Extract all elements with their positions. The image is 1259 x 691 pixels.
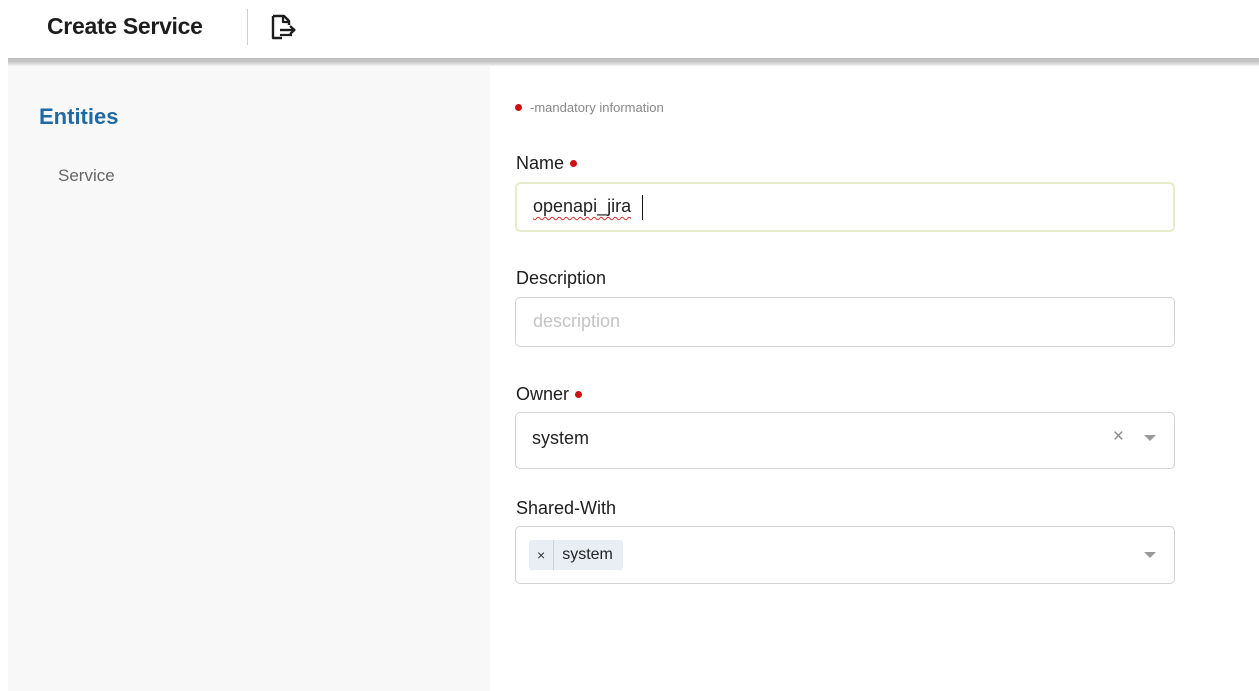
description-input[interactable]: description [515, 297, 1175, 347]
shared-with-chip: × system [529, 540, 623, 570]
name-input-value: openapi_jira [533, 196, 632, 216]
clear-icon[interactable]: × [1113, 426, 1124, 448]
chevron-down-icon[interactable] [1144, 435, 1156, 441]
owner-label-text: Owner [516, 384, 570, 404]
sidebar-item-service[interactable]: Service [58, 166, 115, 186]
sidebar: Entities Service [8, 66, 490, 691]
export-file-icon [271, 14, 296, 40]
required-dot-icon [570, 160, 578, 168]
export-button[interactable] [267, 12, 301, 46]
required-dot-icon [515, 104, 522, 112]
owner-label: Owner [516, 384, 583, 405]
shared-with-label: Shared-With [516, 498, 616, 519]
page-title: Create Service [47, 13, 203, 39]
app-header: Create Service [0, 0, 1259, 58]
text-cursor [642, 195, 643, 220]
name-label: Name [516, 153, 578, 174]
chip-label: system [562, 546, 613, 563]
shared-with-label-text: Shared-With [516, 498, 617, 518]
chevron-down-icon[interactable] [1144, 552, 1156, 558]
chip-remove-icon[interactable]: × [529, 540, 555, 570]
description-label-text: Description [516, 268, 607, 288]
description-label: Description [516, 268, 606, 289]
sidebar-heading: Entities [39, 104, 119, 129]
name-label-text: Name [516, 153, 565, 173]
owner-select-value: system [532, 428, 590, 448]
service-form: -mandatory information Name openapi_jira… [490, 66, 1259, 691]
description-placeholder: description [533, 311, 621, 331]
mandatory-note-text: -mandatory information [530, 100, 664, 115]
mandatory-note: -mandatory information [515, 100, 664, 115]
shared-with-select[interactable]: × system [515, 526, 1175, 584]
name-input[interactable]: openapi_jira [515, 182, 1175, 232]
header-divider [247, 9, 248, 45]
owner-select[interactable]: system × [515, 412, 1175, 469]
header-shadow [8, 58, 1259, 66]
required-dot-icon [575, 391, 583, 399]
